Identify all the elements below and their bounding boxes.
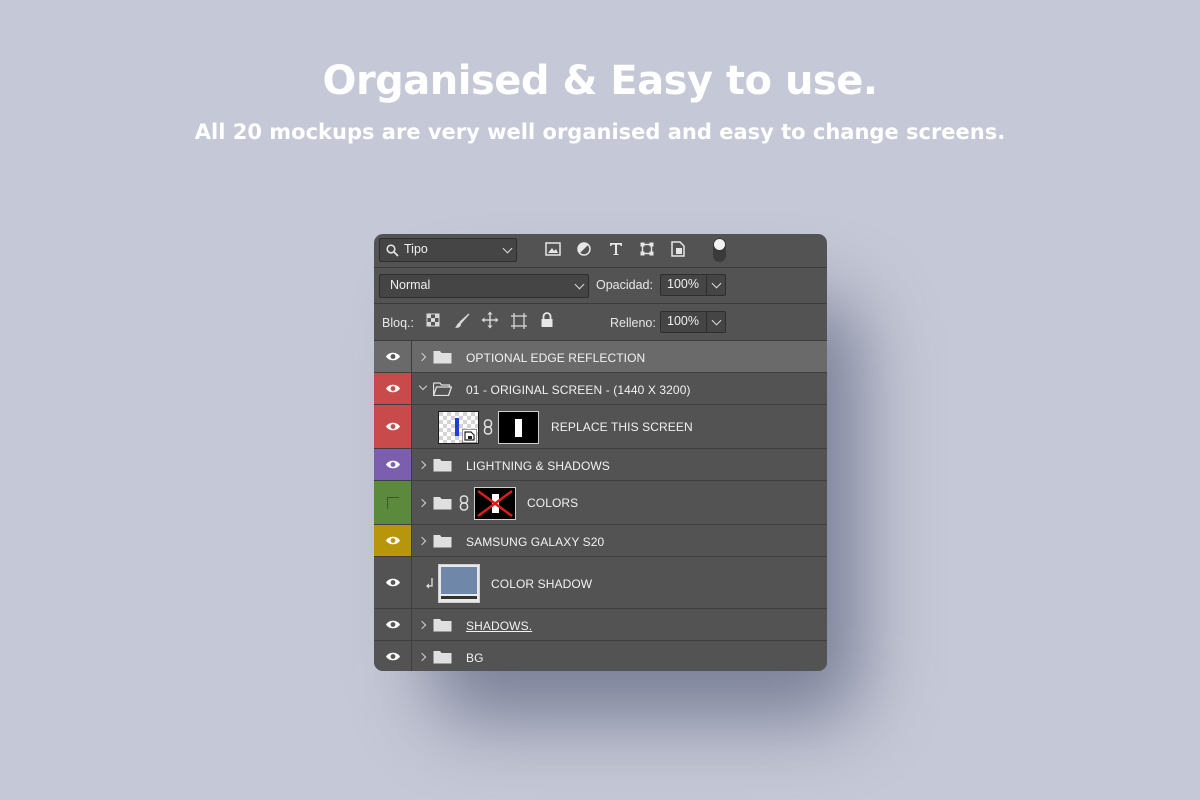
disabled-mask-thumbnail[interactable] — [474, 487, 516, 520]
eye-icon — [386, 652, 400, 661]
chain-link-icon[interactable] — [459, 495, 469, 511]
eye-icon — [386, 460, 400, 469]
thumbnail-color-fill — [441, 567, 477, 594]
eye-icon — [386, 384, 400, 393]
layer-name: 01 - ORIGINAL SCREEN - (1440 X 3200) — [466, 383, 691, 397]
expand-arrow-icon[interactable] — [417, 536, 427, 546]
layer-row-replace-this-screen[interactable]: REPLACE THIS SCREEN — [374, 405, 827, 449]
layer-row-lightning-shadows[interactable]: LIGHTNING & SHADOWS — [374, 449, 827, 481]
opacity-field[interactable]: 100% — [660, 274, 726, 296]
folder-icon — [433, 351, 452, 364]
expand-arrow-icon[interactable] — [417, 652, 427, 662]
chevron-down-icon — [574, 279, 585, 290]
thumbnail-screen-shape — [455, 418, 459, 436]
layer-name: REPLACE THIS SCREEN — [551, 420, 693, 434]
opacity-label: Opacidad: — [596, 278, 653, 292]
layers-panel: Tipo Normal Opacidad: 100% Bloq.: Rellen… — [374, 234, 827, 671]
folder-icon — [433, 651, 452, 664]
smart-object-thumbnail[interactable] — [438, 411, 479, 444]
blend-row: Normal Opacidad: 100% — [374, 268, 827, 304]
eye-icon — [386, 352, 400, 361]
fill-field[interactable]: 100% — [660, 311, 726, 333]
expand-arrow-icon[interactable] — [417, 498, 427, 508]
blend-mode-select[interactable]: Normal — [379, 274, 589, 298]
layer-row-colors[interactable]: COLORS — [374, 481, 827, 525]
layer-name: SAMSUNG GALAXY S20 — [466, 535, 605, 549]
lock-paint-icon[interactable] — [453, 312, 471, 330]
layer-mask-thumbnail[interactable] — [498, 411, 539, 444]
eye-icon — [386, 422, 400, 431]
filter-row: Tipo — [374, 234, 827, 268]
chevron-down-icon — [502, 243, 513, 254]
layer-name: COLOR SHADOW — [491, 577, 593, 591]
chevron-down-icon[interactable] — [711, 315, 722, 326]
chevron-down-icon[interactable] — [711, 278, 722, 289]
layer-row-optional-edge-reflection[interactable]: OPTIONAL EDGE REFLECTION — [374, 341, 827, 373]
layer-row-original-screen[interactable]: 01 - ORIGINAL SCREEN - (1440 X 3200) — [374, 373, 827, 405]
filter-kind-select[interactable]: Tipo — [379, 238, 517, 262]
layer-name: BG — [466, 651, 484, 665]
filter-toggle[interactable] — [713, 238, 726, 262]
filter-kind-label: Tipo — [404, 242, 428, 256]
layer-row-color-shadow[interactable]: COLOR SHADOW — [374, 557, 827, 609]
visibility-toggle[interactable] — [374, 341, 412, 372]
layer-row-samsung-galaxy-s20[interactable]: SAMSUNG GALAXY S20 — [374, 525, 827, 557]
blend-mode-value: Normal — [390, 278, 431, 292]
folder-icon — [433, 497, 452, 510]
lock-artboard-icon[interactable] — [510, 312, 528, 330]
visibility-toggle[interactable] — [374, 449, 412, 480]
fill-value: 100% — [667, 314, 699, 328]
expand-arrow-icon[interactable] — [417, 352, 427, 362]
collapse-arrow-icon[interactable] — [418, 381, 428, 391]
smart-object-filter-icon[interactable] — [671, 241, 685, 257]
folder-icon — [433, 535, 452, 548]
layer-name: OPTIONAL EDGE REFLECTION — [466, 351, 646, 365]
lock-position-icon[interactable] — [481, 311, 499, 329]
layer-row-shadows[interactable]: SHADOWS. — [374, 609, 827, 641]
image-filter-icon[interactable] — [545, 242, 561, 256]
folder-icon — [433, 619, 452, 632]
eye-icon — [386, 620, 400, 629]
mask-shape — [515, 419, 522, 437]
visibility-toggle[interactable] — [374, 481, 412, 524]
layer-name: SHADOWS. — [466, 619, 533, 633]
folder-icon — [433, 459, 452, 472]
page-subtitle: All 20 mockups are very well organised a… — [194, 120, 1006, 144]
opacity-value: 100% — [667, 277, 699, 291]
fill-label: Relleno: — [610, 316, 656, 330]
layer-name: LIGHTNING & SHADOWS — [466, 459, 610, 473]
search-icon — [386, 244, 399, 257]
lock-row: Bloq.: Relleno: 100% — [374, 304, 827, 341]
lock-label: Bloq.: — [382, 316, 414, 330]
eye-icon — [386, 578, 400, 587]
mask-disabled-cross-icon — [477, 489, 513, 518]
lock-transparent-icon[interactable] — [426, 313, 440, 327]
shape-filter-icon[interactable] — [640, 242, 654, 256]
visibility-toggle[interactable] — [374, 525, 412, 556]
visibility-toggle[interactable] — [374, 405, 412, 448]
visibility-toggle[interactable] — [374, 373, 412, 404]
layer-name: COLORS — [527, 496, 579, 510]
expand-arrow-icon[interactable] — [417, 620, 427, 630]
thumbnail-shadow-bar — [441, 596, 477, 599]
open-folder-icon — [433, 382, 452, 396]
eye-icon — [386, 536, 400, 545]
hidden-visibility-box — [387, 497, 399, 509]
type-filter-icon[interactable] — [609, 242, 623, 256]
clipping-arrow-icon — [426, 578, 433, 589]
filter-toggle-knob — [714, 239, 725, 250]
smart-object-badge-icon — [462, 429, 477, 443]
expand-arrow-icon[interactable] — [417, 460, 427, 470]
layer-row-bg[interactable]: BG — [374, 641, 827, 671]
lock-all-icon[interactable] — [540, 312, 554, 328]
visibility-toggle[interactable] — [374, 641, 412, 671]
visibility-toggle[interactable] — [374, 609, 412, 640]
page-title: Organised & Easy to use. — [322, 58, 878, 104]
visibility-toggle[interactable] — [374, 557, 412, 608]
adjustment-filter-icon[interactable] — [577, 242, 591, 256]
chain-link-icon[interactable] — [483, 419, 493, 435]
layer-thumbnail[interactable] — [438, 564, 480, 603]
